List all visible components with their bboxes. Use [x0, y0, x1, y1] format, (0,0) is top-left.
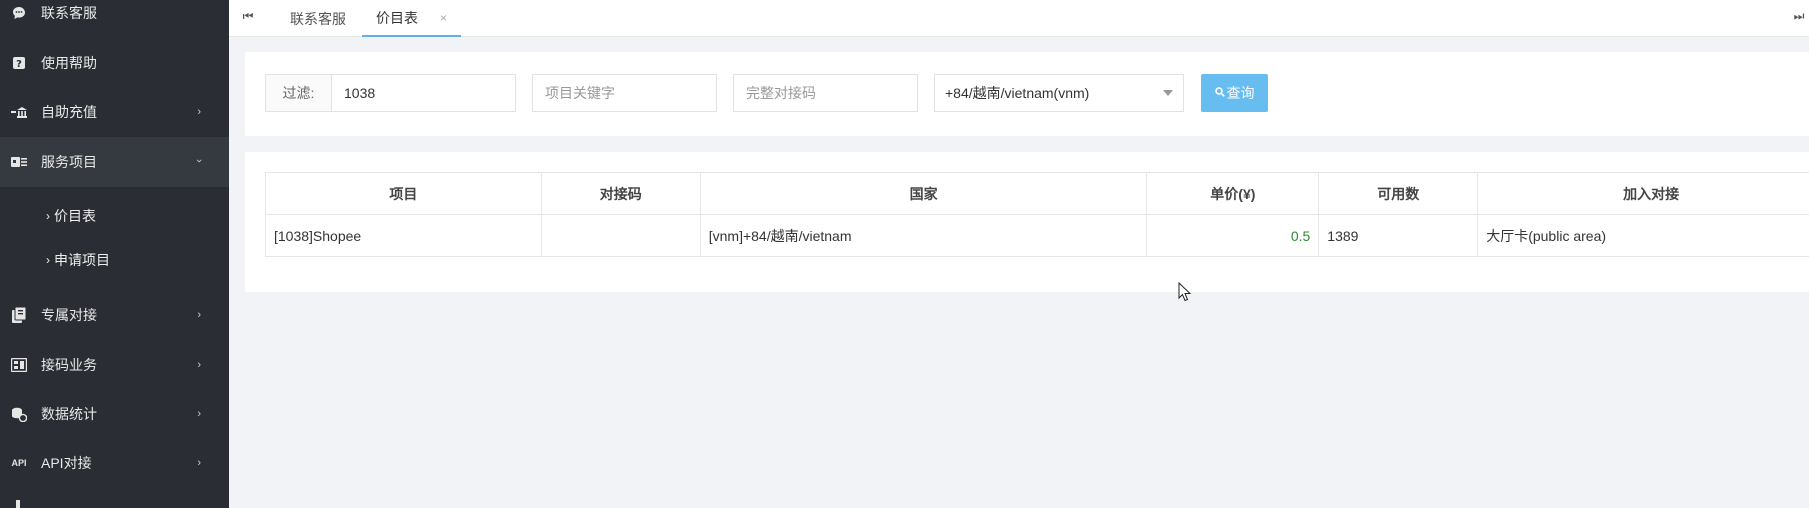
- recharge-icon: [10, 103, 28, 121]
- sidebar-item-label: 接码业务: [41, 357, 97, 373]
- search-icon: [1214, 86, 1225, 100]
- filter-input[interactable]: [332, 75, 515, 111]
- tab-price-list[interactable]: 价目表 ×: [362, 0, 462, 37]
- search-button-label: 查询: [1226, 85, 1255, 101]
- cell-project: [1038]Shopee: [265, 214, 542, 257]
- column-header-code: 对接码: [540, 172, 701, 215]
- sidebar-item-recharge[interactable]: 自助充值 ›: [0, 87, 229, 137]
- filter-field[interactable]: [331, 74, 516, 112]
- chevron-right-icon: ›: [46, 253, 50, 267]
- cell-join[interactable]: 大厅卡(public area): [1477, 214, 1809, 257]
- svg-text:?: ?: [16, 59, 22, 70]
- chevron-right-icon: ›: [197, 309, 201, 321]
- sidebar-item-sms-business[interactable]: 接码业务 ›: [0, 340, 229, 390]
- sidebar-item-label: 使用帮助: [41, 55, 97, 71]
- filter-label: 过滤:: [265, 74, 332, 112]
- code-field[interactable]: [733, 74, 918, 112]
- chevron-right-icon: ›: [197, 359, 201, 371]
- chevron-right-icon: ›: [197, 106, 201, 118]
- sidebar-item-label: 专属对接: [41, 307, 97, 323]
- price-table-panel: 项目 对接码 国家 单价(¥) 可用数 加入对接 [1038]Shopee [v…: [245, 152, 1809, 292]
- skip-back-icon: ⏮: [242, 8, 254, 23]
- stats-icon: [10, 405, 28, 423]
- sidebar-item-label: 服务项目: [41, 154, 97, 170]
- sidebar-item-service[interactable]: 服务项目 ›: [0, 137, 229, 187]
- keyword-input[interactable]: [533, 75, 716, 111]
- caret-down-icon: [1163, 90, 1173, 96]
- sidebar-item-label: 自助充值: [41, 104, 97, 120]
- sidebar-item-label: 联系客服: [41, 5, 97, 21]
- sidebar-next-item-icon: [16, 500, 20, 508]
- sidebar-item-stats[interactable]: 数据统计 ›: [0, 389, 229, 439]
- tab-contact[interactable]: 联系客服: [290, 0, 346, 37]
- price-table: 项目 对接码 国家 单价(¥) 可用数 加入对接 [1038]Shopee [v…: [265, 172, 1809, 257]
- service-icon: [10, 153, 28, 171]
- country-select-value: +84/越南/vietnam(vnm): [945, 85, 1090, 101]
- sidebar-item-api[interactable]: API API对接 ›: [0, 438, 229, 488]
- sidebar-item-label: API对接: [41, 455, 92, 471]
- column-header-price: 单价(¥): [1146, 172, 1320, 215]
- code-input[interactable]: [734, 75, 917, 111]
- chevron-right-icon: ›: [197, 457, 201, 469]
- column-header-country: 国家: [699, 172, 1148, 215]
- cell-price: 0.5: [1146, 214, 1320, 257]
- keyword-field[interactable]: [532, 74, 717, 112]
- table-row[interactable]: [1038]Shopee [vnm]+84/越南/vietnam 0.5 138…: [265, 214, 1809, 257]
- sidebar-subitem-label: 申请项目: [54, 252, 110, 268]
- tab-bar: ⏮ 联系客服 价目表 × ⏭: [229, 0, 1809, 37]
- country-select[interactable]: +84/越南/vietnam(vnm): [934, 74, 1184, 112]
- sidebar-item-exclusive[interactable]: 专属对接 ›: [0, 290, 229, 340]
- mouse-cursor-icon: [1178, 282, 1192, 302]
- sidebar-item-label: 数据统计: [41, 406, 97, 422]
- sidebar: 联系客服 ? 使用帮助 自助充值 › 服务项目 › › 价目表 › 申请项目 专…: [0, 0, 229, 508]
- cell-code: [540, 214, 701, 257]
- chevron-right-icon: ›: [46, 209, 50, 223]
- sidebar-subitem-price-list[interactable]: › 价目表: [0, 196, 229, 236]
- cell-country: [vnm]+84/越南/vietnam: [699, 214, 1148, 257]
- close-icon[interactable]: ×: [440, 11, 447, 25]
- chevron-right-icon: ›: [197, 408, 201, 420]
- help-icon: ?: [10, 54, 28, 72]
- table-header-row: 项目 对接码 国家 单价(¥) 可用数 加入对接: [265, 172, 1809, 215]
- tab-label: 联系客服: [290, 10, 346, 27]
- sidebar-item-help[interactable]: ? 使用帮助: [0, 38, 229, 88]
- sidebar-subitem-label: 价目表: [54, 208, 96, 224]
- tab-label: 价目表: [376, 9, 418, 26]
- column-header-project: 项目: [265, 172, 542, 215]
- chevron-down-icon: ›: [193, 158, 206, 163]
- sidebar-subitem-apply[interactable]: › 申请项目: [0, 240, 229, 280]
- sidebar-item-contact[interactable]: 联系客服: [0, 0, 229, 38]
- chat-icon: [10, 4, 28, 22]
- column-header-available: 可用数: [1318, 172, 1479, 215]
- search-button[interactable]: 查询: [1201, 74, 1268, 112]
- skip-forward-icon: ⏭: [1793, 8, 1805, 23]
- cell-available: 1389: [1318, 214, 1479, 257]
- column-header-join: 加入对接: [1477, 172, 1809, 215]
- api-icon: API: [11, 458, 27, 468]
- sms-business-icon: [10, 356, 28, 374]
- scroll-tabs-left-button[interactable]: ⏮: [229, 0, 267, 32]
- filter-panel: 过滤: +84/越南/vietnam(vnm) 查询: [245, 52, 1809, 136]
- scroll-tabs-right-button[interactable]: ⏭: [1789, 0, 1809, 32]
- exclusive-icon: [10, 306, 28, 324]
